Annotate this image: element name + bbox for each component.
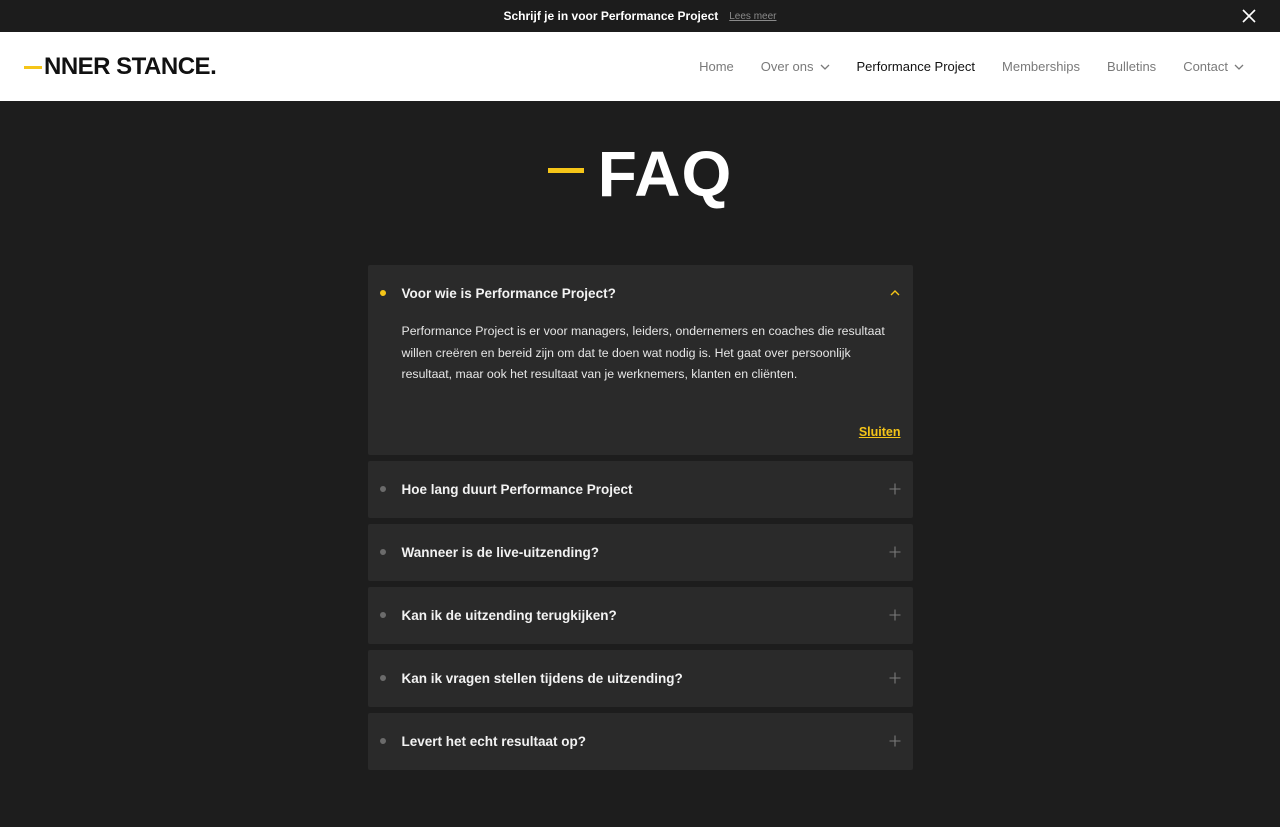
logo-text: NNER STANCE. [44,52,217,80]
nav-item-bulletins[interactable]: Bulletins [1107,59,1156,74]
faq-question: Voor wie is Performance Project? [401,285,616,301]
faq-item: Wanneer is de live-uitzending? [367,523,913,581]
bullet-icon [379,290,386,296]
faq-question-toggle[interactable]: Kan ik de uitzending terugkijken? [368,587,913,644]
chevron-up-icon[interactable] [889,287,901,299]
faq-question: Kan ik de uitzending terugkijken? [401,607,617,623]
faq-question-toggle[interactable]: Hoe lang duurt Performance Project [368,461,913,518]
plus-icon[interactable] [889,546,901,558]
nav-item-over-ons[interactable]: Over ons [761,59,830,74]
faq-question-toggle[interactable]: Voor wie is Performance Project? [368,265,913,321]
nav-label: Contact [1183,59,1228,74]
nav-label: Performance Project [856,59,976,74]
nav-item-performance-project[interactable]: Performance Project [857,59,976,74]
plus-icon[interactable] [889,672,901,684]
faq-question: Wanneer is de live-uitzending? [401,544,600,560]
nav-label: Bulletins [1107,59,1157,74]
plus-icon[interactable] [889,483,901,495]
faq-question-toggle[interactable]: Kan ik vragen stellen tijdens de uitzend… [368,650,913,707]
nav-item-memberships[interactable]: Memberships [1002,59,1080,74]
faq-list: Voor wie is Performance Project? Perform… [367,265,913,770]
main-nav: Home Over ons Performance Project Member… [672,59,1244,74]
nav-item-home[interactable]: Home [699,59,734,74]
faq-question: Kan ik vragen stellen tijdens de uitzend… [401,670,683,686]
nav-label: Over ons [760,59,814,74]
logo[interactable]: NNER STANCE. [24,52,217,81]
faq-question-toggle[interactable]: Wanneer is de live-uitzending? [368,524,913,581]
faq-question: Levert het echt resultaat op? [401,733,587,749]
faq-close-wrap: Sluiten [368,400,913,455]
logo-dash [24,66,42,69]
faq-answer: Performance Project is er voor managers,… [401,324,885,381]
chevron-down-icon [820,64,829,70]
bullet-icon [379,486,386,492]
plus-icon[interactable] [889,609,901,621]
faq-item: Levert het echt resultaat op? [367,712,913,770]
announcement-bar: Schrijf je in voor Performance Project L… [0,0,1280,32]
announcement-text: Schrijf je in voor Performance Project [503,9,719,23]
hero: FAQ [0,138,1280,210]
nav-item-contact[interactable]: Contact [1183,59,1244,74]
bullet-icon [379,549,386,555]
bullet-icon [379,612,386,618]
faq-item: Kan ik vragen stellen tijdens de uitzend… [367,649,913,707]
nav-label: Memberships [1002,59,1081,74]
faq-item: Kan ik de uitzending terugkijken? [367,586,913,644]
faq-item: Voor wie is Performance Project? Perform… [367,265,913,455]
nav-label: Home [699,59,734,74]
faq-question-toggle[interactable]: Levert het echt resultaat op? [368,713,913,770]
plus-icon[interactable] [889,735,901,747]
close-icon[interactable] [1241,8,1257,24]
site-header: NNER STANCE. Home Over ons Performance P… [0,32,1280,101]
close-answer-link[interactable]: Sluiten [859,425,901,439]
hero-dash [547,167,584,173]
faq-item: Hoe lang duurt Performance Project [367,460,913,518]
page-title: FAQ [597,138,733,210]
faq-question: Hoe lang duurt Performance Project [401,481,633,497]
announcement-link[interactable]: Lees meer [729,11,776,22]
chevron-down-icon [1234,64,1244,70]
bullet-icon [379,738,386,744]
bullet-icon [379,675,386,681]
